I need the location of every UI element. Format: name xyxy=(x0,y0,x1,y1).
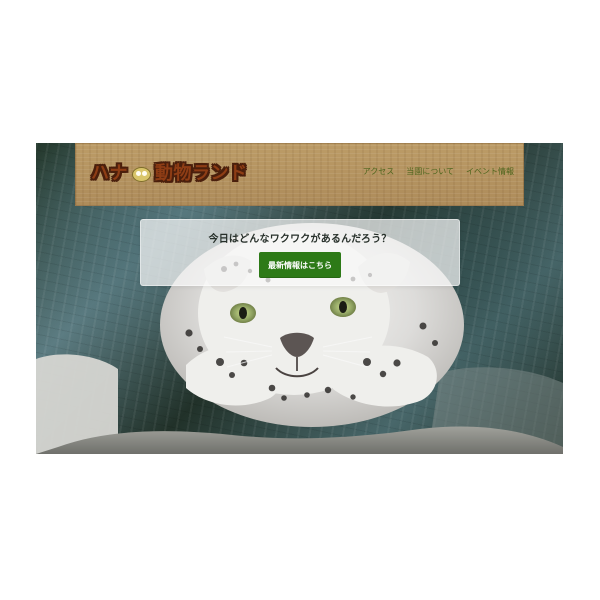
panda-face-icon xyxy=(132,166,151,182)
site-header: ハナ 動物ランド アクセス 当園について イベント情報 xyxy=(75,143,524,206)
top-navigation: アクセス 当園について イベント情報 xyxy=(363,168,514,176)
nav-link-about-zoo[interactable]: 当園について xyxy=(406,168,454,176)
nav-link-access[interactable]: アクセス xyxy=(363,168,395,176)
latest-info-button[interactable]: 最新情報はこちら xyxy=(259,252,341,278)
nav-link-event-info[interactable]: イベント情報 xyxy=(466,168,514,176)
website-screenshot: ハナ 動物ランド アクセス 当園について イベント情報 今日はどんなワクワクがあ… xyxy=(36,143,563,454)
hero-info-card: 今日はどんなワクワクがあるんだろう？ 最新情報はこちら xyxy=(140,219,460,286)
logo-right-text: 動物ランド xyxy=(155,163,248,184)
hero-headline: 今日はどんなワクワクがあるんだろう？ xyxy=(208,234,392,245)
site-logo[interactable]: ハナ 動物ランド xyxy=(91,158,248,190)
logo-left-text: ハナ xyxy=(91,163,128,184)
